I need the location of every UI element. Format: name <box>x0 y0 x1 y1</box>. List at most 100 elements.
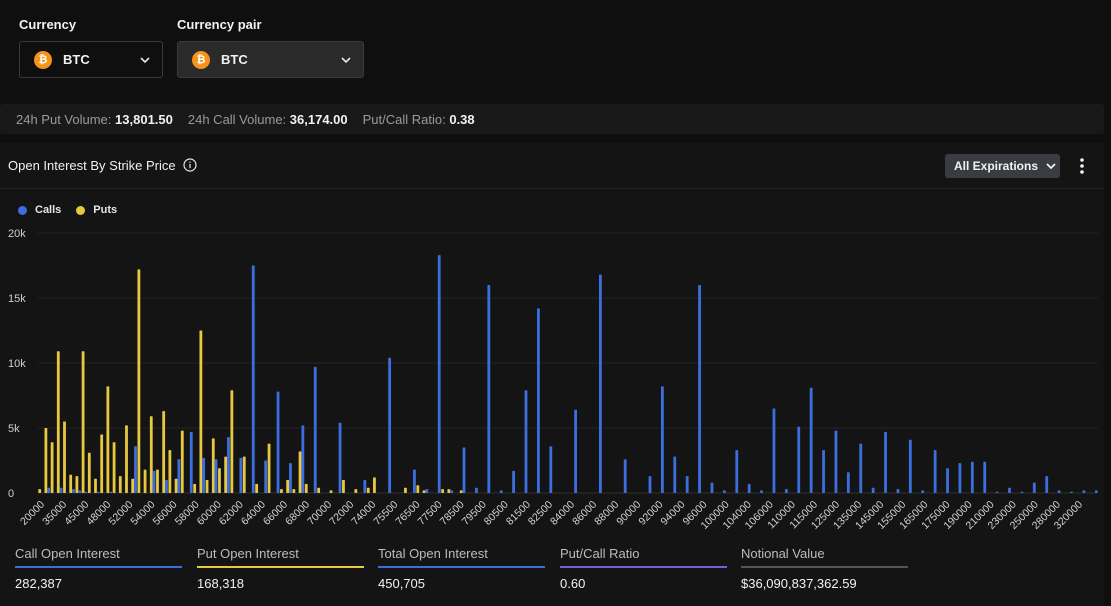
call-bar <box>165 480 168 493</box>
call-volume-value: 36,174.00 <box>289 111 348 127</box>
y-tick-label: 15k <box>8 293 26 305</box>
put-bar <box>125 425 128 493</box>
call-bar <box>239 457 243 493</box>
put-bar <box>317 487 321 493</box>
call-bar <box>722 490 726 493</box>
currency-pair-select[interactable]: ₿ BTC <box>177 41 364 78</box>
call-bar <box>413 469 416 493</box>
call-bar <box>134 446 137 493</box>
put-bar <box>211 438 215 493</box>
metric-value: 282,387 <box>15 576 62 591</box>
call-bar <box>598 274 602 493</box>
call-bar <box>301 425 305 493</box>
put-bar <box>106 386 110 493</box>
put-bar <box>267 443 271 493</box>
put-bar <box>199 330 203 493</box>
put-call-ratio-label: Put/Call Ratio: <box>362 111 446 127</box>
put-bar <box>304 483 308 493</box>
y-tick-label: 5k <box>8 423 20 435</box>
call-bar <box>698 285 701 493</box>
metric-underline <box>15 566 182 568</box>
y-tick-label: 10k <box>8 358 26 370</box>
call-bar <box>84 491 88 493</box>
call-bar <box>983 461 987 493</box>
call-bar <box>264 460 268 493</box>
put-bar <box>131 478 135 493</box>
metric-label: Put/Call Ratio <box>560 546 640 561</box>
put-bar <box>156 469 159 493</box>
put-bar <box>255 483 259 493</box>
metric-label: Notional Value <box>741 546 825 561</box>
call-bar <box>884 431 887 493</box>
call-bar <box>1070 491 1073 493</box>
call-bar <box>462 447 466 493</box>
call-bar <box>313 366 317 493</box>
call-bar <box>487 285 491 493</box>
metric-put-call-ratio: Put/Call Ratio 0.60 <box>560 546 727 591</box>
call-bar <box>78 490 82 493</box>
call-bar <box>537 308 540 493</box>
put-bar <box>292 489 296 493</box>
call-bar <box>338 422 342 493</box>
call-bar <box>251 265 255 493</box>
put-bar <box>422 490 426 493</box>
put-bar <box>447 489 451 493</box>
put-bar <box>56 351 60 493</box>
put-bar <box>100 434 104 493</box>
call-bar <box>109 491 113 493</box>
call-bar <box>908 439 912 493</box>
call-bar <box>809 387 813 493</box>
put-bar <box>50 442 54 493</box>
put-volume-label: 24h Put Volume: <box>16 111 112 127</box>
call-bar <box>710 482 714 493</box>
put-bar <box>459 490 463 493</box>
currency-value: BTC <box>63 52 90 67</box>
metric-total-open-interest: Total Open Interest 450,705 <box>378 546 545 591</box>
metric-notional-value: Notional Value $36,090,837,362.59 <box>741 546 908 591</box>
call-bar <box>685 476 689 493</box>
call-volume-stat: 24h Call Volume: 36,174.00 <box>188 112 348 127</box>
call-bar <box>623 459 627 493</box>
call-bar <box>450 490 454 493</box>
call-bar <box>1032 482 1036 493</box>
currency-label: Currency <box>19 17 77 32</box>
call-bar <box>363 480 367 493</box>
call-bar <box>859 443 863 493</box>
put-bar <box>218 468 221 493</box>
call-bar <box>822 450 825 493</box>
metric-label: Put Open Interest <box>197 546 299 561</box>
put-bar <box>174 478 178 493</box>
call-bar <box>59 487 63 493</box>
call-bar <box>1045 476 1049 493</box>
put-bar <box>168 450 172 493</box>
call-bar <box>784 489 788 493</box>
call-bar <box>871 487 875 493</box>
call-bar <box>1057 490 1061 493</box>
call-bar <box>152 470 156 493</box>
put-bar <box>280 489 283 493</box>
call-bar <box>289 463 292 493</box>
put-bar <box>205 480 209 493</box>
put-bar <box>81 351 85 493</box>
call-bar <box>549 446 553 493</box>
currency-select[interactable]: ₿ BTC <box>19 41 163 78</box>
put-volume-value: 13,801.50 <box>115 111 173 127</box>
bitcoin-icon: ₿ <box>192 50 210 69</box>
call-bar <box>896 489 900 493</box>
put-bar <box>242 456 246 493</box>
call-bar <box>512 470 516 493</box>
open-interest-chart: 05k10k15k20k2000035000450004800052000540… <box>8 228 1098 532</box>
call-bar <box>673 456 677 493</box>
put-bar <box>224 456 228 493</box>
summary-metrics: Call Open Interest 282,387 Put Open Inte… <box>15 546 1105 606</box>
call-bar <box>933 450 937 493</box>
put-bar <box>342 480 345 493</box>
metric-value: 0.60 <box>560 576 586 591</box>
put-bar <box>137 269 141 493</box>
metric-underline <box>197 566 364 568</box>
call-bar <box>946 468 949 493</box>
call-bar <box>747 483 751 493</box>
metric-label: Call Open Interest <box>15 546 120 561</box>
put-bar <box>193 483 197 493</box>
metric-value: 168,318 <box>197 576 244 591</box>
